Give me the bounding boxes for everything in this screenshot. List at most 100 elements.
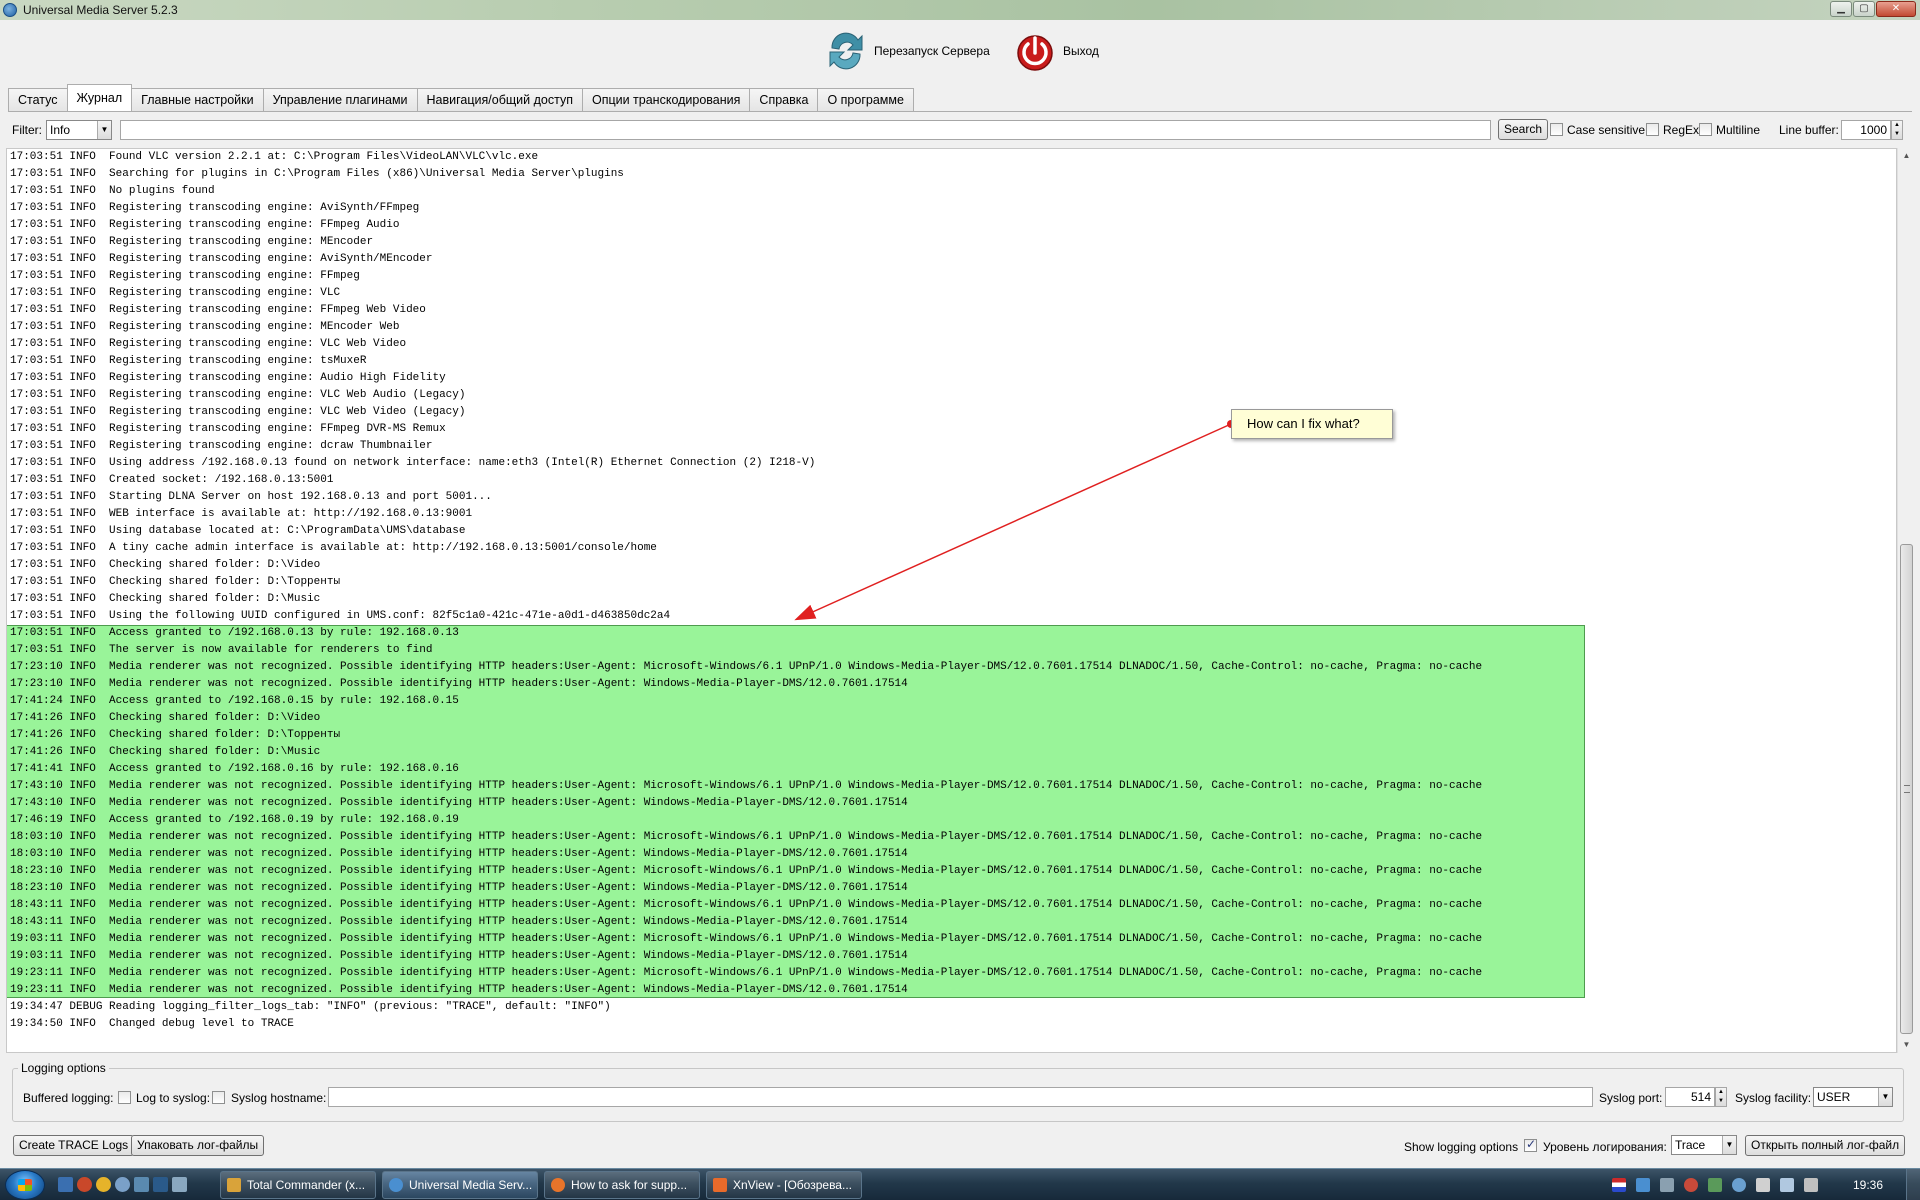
show-logging-options-checkbox[interactable] (1524, 1137, 1537, 1152)
total-commander-icon (227, 1178, 241, 1192)
regex-checkbox[interactable] (1646, 123, 1659, 136)
restart-icon (829, 32, 863, 70)
scrollbar-thumb[interactable] (1900, 544, 1913, 1034)
taskbar-xnview[interactable]: XnView - [Обозрева... (706, 1171, 862, 1199)
action-center-flag-icon[interactable] (1756, 1178, 1770, 1192)
tray-network-icon[interactable] (1708, 1178, 1722, 1192)
taskbar-firefox[interactable]: How to ask for supp... (544, 1171, 700, 1199)
log-line: 19:23:11 INFO Media renderer was not rec… (10, 967, 1483, 979)
taskbar-clock: 19:36 (1853, 1178, 1884, 1192)
tab-plugins[interactable]: Управление плагинами (263, 88, 418, 112)
media-quicklaunch-icon[interactable] (115, 1177, 130, 1192)
chevron-down-icon: ▼ (1878, 1088, 1892, 1106)
network-icon[interactable] (1780, 1178, 1794, 1192)
scroll-down-arrow-icon[interactable]: ▼ (1898, 1037, 1915, 1053)
scroll-up-arrow-icon[interactable]: ▲ (1898, 148, 1915, 164)
tab-help[interactable]: Справка (750, 88, 819, 112)
tab-bar: Статус Журнал Главные настройки Управлен… (8, 84, 914, 112)
pack-log-files-button[interactable]: Упаковать лог-файлы (131, 1135, 265, 1156)
app-quicklaunch-icon[interactable] (96, 1177, 111, 1192)
exit-button[interactable]: Выход (1015, 26, 1099, 76)
tray-tool-icon[interactable] (1660, 1178, 1674, 1192)
log-line: 17:23:10 INFO Media renderer was not rec… (10, 661, 1483, 673)
start-button[interactable] (5, 1170, 45, 1200)
line-buffer-input[interactable]: 1000 (1841, 120, 1891, 140)
tab-status[interactable]: Статус (8, 88, 68, 112)
chevron-down-icon: ▼ (97, 121, 111, 139)
log-line: 17:03:51 INFO Using database located at:… (10, 525, 466, 537)
volume-icon[interactable] (1804, 1178, 1818, 1192)
show-desktop-button[interactable] (1906, 1169, 1920, 1200)
filter-row: Filter: Info ▼ Search Case sensitive Reg… (0, 117, 1920, 143)
log-level-label: Уровень логирования: (1543, 1140, 1667, 1154)
buffered-logging-checkbox[interactable] (118, 1091, 131, 1104)
firefox-quicklaunch-icon[interactable] (77, 1177, 92, 1192)
log-line: 17:46:19 INFO Access granted to /192.168… (10, 814, 459, 826)
taskbar-total-commander[interactable]: Total Commander (x... (220, 1171, 376, 1199)
create-trace-logs-button[interactable]: Create TRACE Logs (13, 1135, 135, 1156)
tab-log[interactable]: Журнал (66, 84, 133, 112)
desktop-quicklaunch-icon[interactable] (172, 1177, 187, 1192)
monitor-quicklaunch-icon[interactable] (153, 1177, 168, 1192)
log-line: 17:03:51 INFO Registering transcoding en… (10, 202, 420, 214)
minimize-button[interactable]: ▁ (1830, 1, 1852, 17)
log-scrollbar[interactable]: ▲ ▼ (1897, 148, 1914, 1053)
syslog-port-input[interactable]: 514 (1665, 1087, 1715, 1107)
search-button[interactable]: Search (1498, 119, 1549, 140)
log-to-syslog-label: Log to syslog: (136, 1091, 211, 1105)
case-sensitive-checkbox[interactable] (1550, 123, 1563, 136)
filter-level-select[interactable]: Info ▼ (46, 120, 112, 140)
taskbar-universal-media-server[interactable]: Universal Media Serv... (382, 1171, 538, 1199)
log-line: 17:03:51 INFO No plugins found (10, 185, 215, 197)
tab-transcoding[interactable]: Опции транскодирования (582, 88, 751, 112)
open-full-log-button[interactable]: Открыть полный лог-файл (1745, 1135, 1906, 1156)
log-line: 17:43:10 INFO Media renderer was not rec… (10, 780, 1483, 792)
maximize-button[interactable]: ▢ (1853, 1, 1875, 17)
title-bar: Universal Media Server 5.2.3 ▁ ▢ ✕ (0, 0, 1920, 20)
log-line: 17:41:26 INFO Checking shared folder: D:… (10, 729, 341, 741)
log-line: 17:03:51 INFO Using the following UUID c… (10, 610, 671, 622)
restart-server-button[interactable]: Перезапуск Сервера (826, 26, 990, 76)
log-line: 18:43:11 INFO Media renderer was not rec… (10, 899, 1483, 911)
ums-icon (389, 1178, 403, 1192)
line-buffer-spinner[interactable]: ▲ ▼ (1891, 120, 1903, 140)
multiline-checkbox[interactable] (1699, 123, 1712, 136)
filter-text-input[interactable] (120, 120, 1491, 140)
window-controls: ▁ ▢ ✕ (1830, 1, 1916, 17)
logging-options-legend: Logging options (18, 1061, 109, 1075)
log-line: 18:23:10 INFO Media renderer was not rec… (10, 865, 1483, 877)
tab-general-settings[interactable]: Главные настройки (132, 88, 264, 112)
log-line: 17:41:26 INFO Checking shared folder: D:… (10, 746, 321, 758)
tool-quicklaunch-icon[interactable] (134, 1177, 149, 1192)
log-output[interactable]: 17:03:51 INFO Found VLC version 2.2.1 at… (6, 148, 1897, 1053)
log-line: 19:23:11 INFO Media renderer was not rec… (10, 984, 908, 996)
log-line: 17:03:51 INFO The server is now availabl… (10, 644, 433, 656)
language-flag-icon[interactable] (1612, 1178, 1626, 1192)
syslog-facility-select[interactable]: USER ▼ (1813, 1087, 1893, 1107)
syslog-hostname-label: Syslog hostname: (231, 1091, 327, 1105)
syslog-port-spinner[interactable]: ▲ ▼ (1715, 1087, 1727, 1107)
log-level-value: Trace (1675, 1138, 1706, 1152)
syslog-hostname-input[interactable] (328, 1087, 1593, 1107)
log-line: 17:03:51 INFO Registering transcoding en… (10, 338, 407, 350)
regex-label: RegEx (1663, 123, 1700, 137)
log-line: 18:03:10 INFO Media renderer was not rec… (10, 848, 908, 860)
exit-label: Выход (1063, 44, 1099, 58)
log-line: 18:43:11 INFO Media renderer was not rec… (10, 916, 908, 928)
restart-server-label: Перезапуск Сервера (874, 44, 990, 58)
save-quicklaunch-icon[interactable] (58, 1177, 73, 1192)
buffered-logging-label: Buffered logging: (23, 1091, 114, 1105)
log-level-select[interactable]: Trace ▼ (1671, 1135, 1737, 1155)
tab-navigation-sharing[interactable]: Навигация/общий доступ (417, 88, 583, 112)
filter-level-value: Info (50, 123, 71, 137)
log-line: 19:34:50 INFO Changed debug level to TRA… (10, 1018, 294, 1030)
log-to-syslog-checkbox[interactable] (212, 1091, 225, 1104)
close-button[interactable]: ✕ (1876, 1, 1916, 17)
log-line: 19:03:11 INFO Media renderer was not rec… (10, 933, 1483, 945)
log-line: 17:43:10 INFO Media renderer was not rec… (10, 797, 908, 809)
tab-about[interactable]: О программе (818, 88, 914, 112)
tray-gear-icon[interactable] (1732, 1178, 1746, 1192)
tray-app-icon[interactable] (1636, 1178, 1650, 1192)
case-sensitive-label: Case sensitive (1567, 123, 1646, 137)
tray-security-icon[interactable] (1684, 1178, 1698, 1192)
